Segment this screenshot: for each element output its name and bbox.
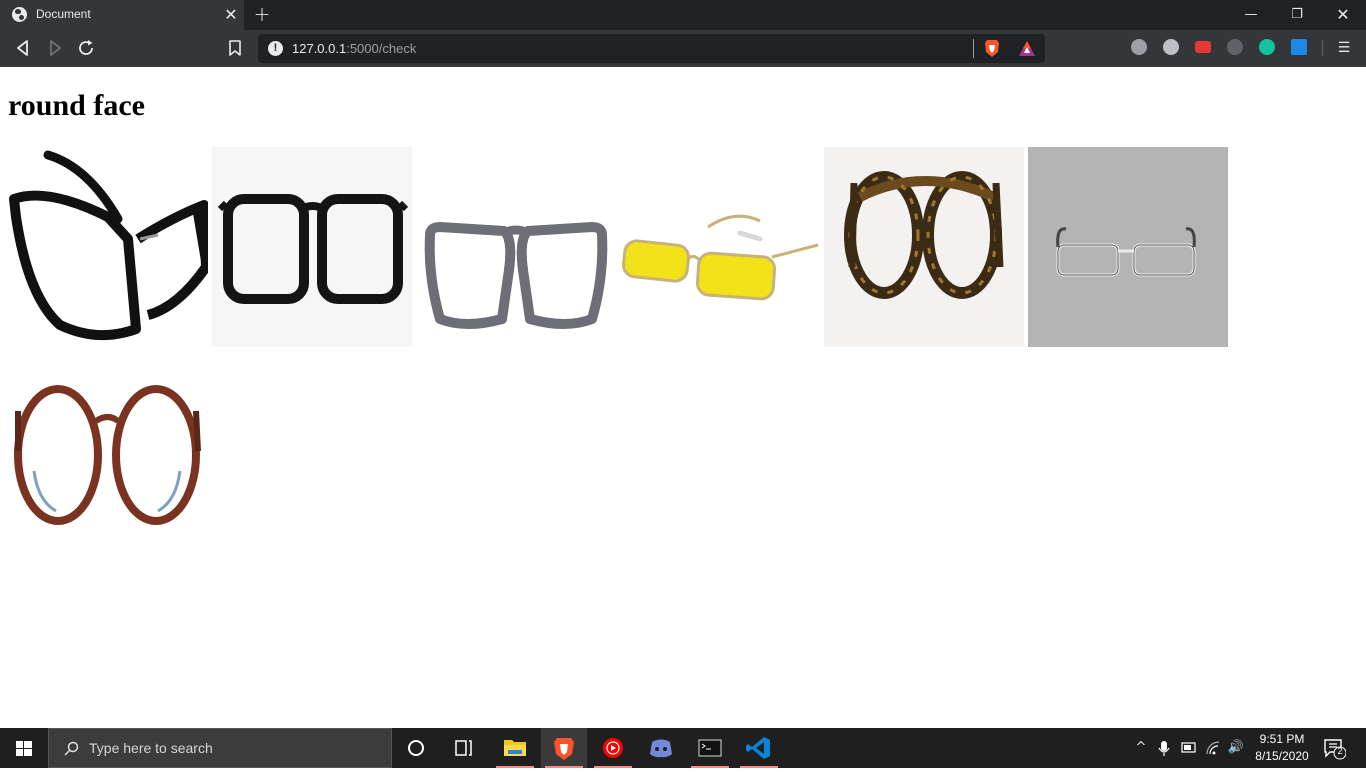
notification-count: 2	[1337, 746, 1343, 756]
windows-start-icon[interactable]	[0, 728, 48, 768]
tab-strip: Document ✕ + — ❐ ✕	[0, 0, 1366, 30]
minimize-button[interactable]: —	[1228, 0, 1274, 30]
glasses-image	[620, 147, 820, 347]
reload-icon[interactable]	[76, 38, 98, 58]
search-placeholder: Type here to search	[89, 740, 213, 756]
clock-time: 9:51 PM	[1259, 732, 1305, 746]
file-explorer-icon[interactable]	[492, 728, 538, 768]
cortana-icon[interactable]	[393, 728, 439, 768]
glasses-image	[416, 147, 616, 347]
brave-shield-icon[interactable]	[984, 39, 1000, 58]
brave-rewards-icon[interactable]	[1018, 40, 1036, 57]
globe-icon	[12, 7, 27, 22]
battery-icon[interactable]	[1180, 728, 1198, 768]
gorilla-icon[interactable]	[1163, 39, 1179, 55]
wifi-icon[interactable]	[1204, 728, 1222, 768]
vscode-icon[interactable]	[736, 728, 782, 768]
browser-toolbar: ! 127.0.0.1:5000/check ☰	[0, 30, 1366, 67]
microphone-icon[interactable]	[1156, 728, 1172, 768]
close-window-button[interactable]: ✕	[1320, 0, 1366, 30]
owl-icon[interactable]	[1227, 39, 1243, 55]
back-icon[interactable]	[12, 38, 34, 58]
url-text[interactable]: 127.0.0.1:5000/check	[292, 41, 416, 56]
browser-tab[interactable]: Document ✕	[0, 0, 244, 30]
forward-icon[interactable]	[44, 38, 66, 58]
terminal-icon[interactable]	[687, 728, 733, 768]
glasses-image	[824, 147, 1024, 347]
show-hidden-icons-button[interactable]: ^	[1132, 728, 1150, 768]
taskbar-search[interactable]: Type here to search	[48, 728, 392, 768]
page-heading: round face	[8, 89, 145, 122]
omnibox-divider	[973, 39, 974, 58]
tab-close-button[interactable]: ✕	[222, 6, 240, 24]
youtube-music-icon[interactable]	[590, 728, 636, 768]
glasses-image	[8, 147, 208, 347]
info-icon[interactable]: !	[268, 41, 283, 56]
grammarly-icon[interactable]	[1259, 39, 1275, 55]
address-bar[interactable]: ! 127.0.0.1:5000/check	[258, 34, 1045, 63]
restore-button[interactable]: ❐	[1274, 0, 1320, 30]
toolbar-divider	[1322, 40, 1323, 56]
download-icon[interactable]	[1291, 39, 1307, 55]
new-tab-button[interactable]: +	[252, 4, 272, 24]
glasses-image	[8, 351, 208, 551]
action-center-button[interactable]: 2	[1322, 736, 1347, 760]
volume-icon[interactable]: 🔊	[1226, 728, 1246, 768]
power-icon[interactable]	[1131, 39, 1147, 55]
menu-icon[interactable]: ☰	[1334, 39, 1354, 57]
glasses-image	[212, 147, 412, 347]
taskbar: Type here to search ^ 🔊 9:51 PM 8/15/202…	[0, 728, 1366, 768]
system-clock[interactable]: 9:51 PM 8/15/2020	[1250, 731, 1314, 765]
discord-icon[interactable]	[638, 728, 684, 768]
task-view-icon[interactable]	[440, 728, 486, 768]
page-content: round face	[0, 67, 1366, 728]
brave-icon[interactable]	[541, 728, 587, 768]
search-icon	[64, 741, 79, 756]
clock-date: 8/15/2020	[1255, 749, 1309, 763]
bookmark-icon[interactable]	[228, 40, 242, 56]
glasses-image	[1028, 147, 1228, 347]
tab-title: Document	[36, 7, 91, 21]
youtube-icon[interactable]	[1195, 41, 1211, 53]
